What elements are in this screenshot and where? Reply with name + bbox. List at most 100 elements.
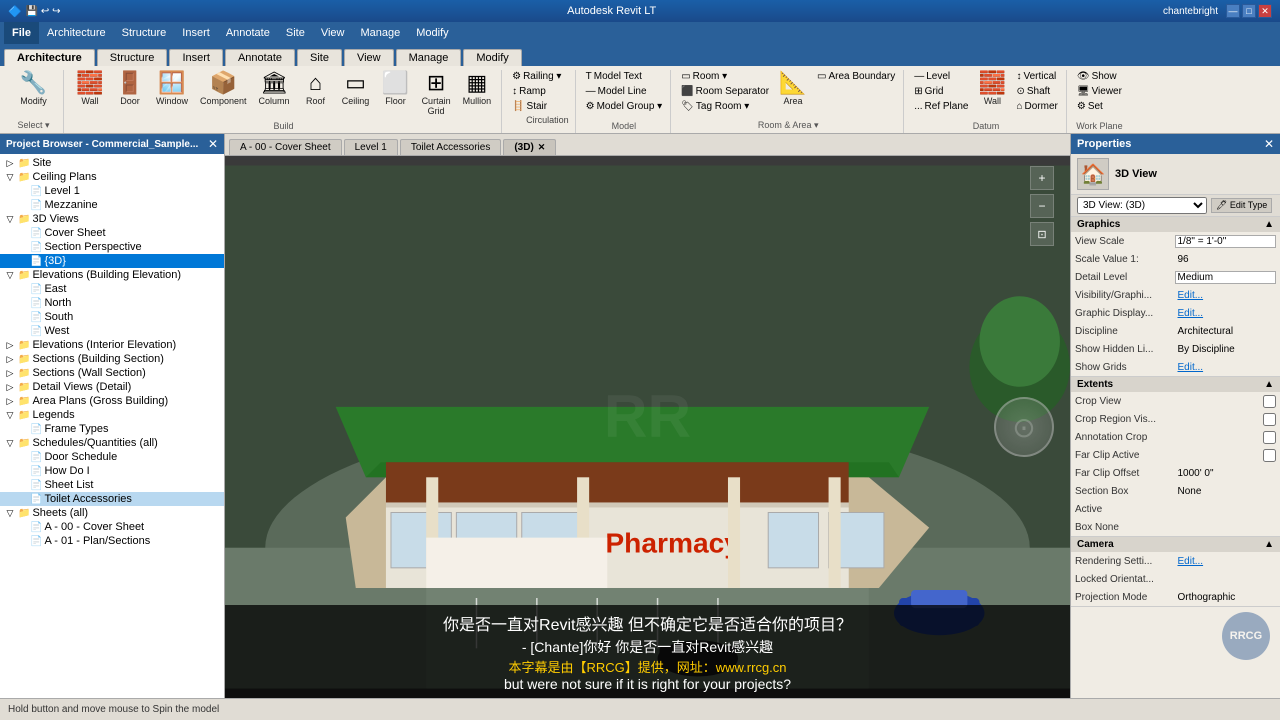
ribbon-btn-railing[interactable]: ⚙ Railing ▾	[510, 70, 569, 83]
ribbon-tab-site[interactable]: Site	[297, 49, 342, 66]
fit-view-btn[interactable]: ⊡	[1030, 222, 1054, 246]
tree-item-a01[interactable]: 📄 A - 01 - Plan/Sections	[0, 534, 224, 548]
properties-close[interactable]: ✕	[1264, 137, 1274, 151]
ribbon-btn-dormer[interactable]: ⌂ Dormer	[1014, 100, 1059, 113]
detail-level-value[interactable]: Medium	[1175, 271, 1277, 284]
ribbon-btn-area-boundary[interactable]: ▭ Area Boundary	[815, 70, 897, 83]
tab-cover-sheet[interactable]: A - 00 - Cover Sheet	[229, 139, 342, 155]
tree-item-sections-bld[interactable]: ▷ 📁 Sections (Building Section)	[0, 352, 224, 366]
nav-wheel[interactable]: ⊙	[994, 397, 1054, 457]
ribbon-btn-door[interactable]: 🚪 Door	[112, 70, 148, 108]
maximize-btn[interactable]: □	[1242, 4, 1256, 18]
tree-item-north[interactable]: 📄 North	[0, 296, 224, 310]
tree-item-door-schedule[interactable]: 📄 Door Schedule	[0, 450, 224, 464]
ribbon-btn-floor[interactable]: ⬜ Floor	[378, 70, 414, 108]
ribbon-btn-curtain-grid[interactable]: ⊞ CurtainGrid	[418, 70, 455, 118]
ribbon-btn-room-separator[interactable]: ⬛ Room Separator	[679, 85, 771, 98]
visibility-edit[interactable]: Edit...	[1175, 289, 1277, 302]
ribbon-btn-ceiling[interactable]: ▭ Ceiling	[338, 70, 374, 108]
annotation-crop-checkbox[interactable]	[1263, 431, 1276, 444]
tree-item-legends[interactable]: ▽ 📁 Legends	[0, 408, 224, 422]
menu-modify[interactable]: Modify	[408, 22, 456, 44]
ribbon-tab-insert[interactable]: Insert	[169, 49, 223, 66]
tree-item-coversheet[interactable]: 📄 Cover Sheet	[0, 226, 224, 240]
extents-section-header[interactable]: Extents ▲	[1071, 377, 1280, 392]
ribbon-tab-annotate[interactable]: Annotate	[225, 49, 295, 66]
tree-item-sheets[interactable]: ▽ 📁 Sheets (all)	[0, 506, 224, 520]
tree-item-ceiling-plans[interactable]: ▽ 📁 Ceiling Plans	[0, 170, 224, 184]
ribbon-btn-roof[interactable]: ⌂ Roof	[298, 70, 334, 108]
menu-view[interactable]: View	[313, 22, 353, 44]
zoom-in-btn[interactable]: +	[1030, 166, 1054, 190]
ribbon-btn-wall-datum[interactable]: 🧱 Wall	[974, 70, 1010, 108]
tree-item-area-plans[interactable]: ▷ 📁 Area Plans (Gross Building)	[0, 394, 224, 408]
project-browser-close[interactable]: ✕	[208, 137, 218, 151]
crop-view-checkbox[interactable]	[1263, 395, 1276, 408]
menu-insert[interactable]: Insert	[174, 22, 218, 44]
tree-item-sections-wall[interactable]: ▷ 📁 Sections (Wall Section)	[0, 366, 224, 380]
tree-item-section-persp[interactable]: 📄 Section Perspective	[0, 240, 224, 254]
tree-item-site[interactable]: ▷ 📁 Site	[0, 156, 224, 170]
menu-annotate[interactable]: Annotate	[218, 22, 278, 44]
menu-site[interactable]: Site	[278, 22, 313, 44]
tree-item-west[interactable]: 📄 West	[0, 324, 224, 338]
ribbon-btn-mullion[interactable]: ▦ Mullion	[459, 70, 496, 108]
graphic-display-edit[interactable]: Edit...	[1175, 307, 1277, 320]
ribbon-btn-stair[interactable]: 🪜 Stair	[510, 100, 569, 113]
tree-item-3dviews[interactable]: ▽ 📁 3D Views	[0, 212, 224, 226]
ribbon-btn-vertical[interactable]: ↕ Vertical	[1014, 70, 1059, 83]
tree-item-elevations-bld[interactable]: ▽ 📁 Elevations (Building Elevation)	[0, 268, 224, 282]
menu-structure[interactable]: Structure	[114, 22, 175, 44]
tree-item-toilet-accessories[interactable]: 📄 Toilet Accessories	[0, 492, 224, 506]
ribbon-btn-room[interactable]: ▭ Room ▾	[679, 70, 771, 83]
close-btn[interactable]: ✕	[1258, 4, 1272, 18]
tab-3d[interactable]: (3D) ✕	[503, 139, 556, 155]
ribbon-btn-modify[interactable]: 🔧 Modify	[16, 70, 52, 108]
tree-item-detail-views[interactable]: ▷ 📁 Detail Views (Detail)	[0, 380, 224, 394]
menu-architecture[interactable]: Architecture	[39, 22, 114, 44]
ribbon-tab-view[interactable]: View	[344, 49, 394, 66]
edit-type-btn[interactable]: 🖊 Edit Type	[1211, 198, 1272, 213]
ribbon-btn-set[interactable]: ⚙ Set	[1075, 100, 1124, 113]
ribbon-btn-component[interactable]: 📦 Component	[196, 70, 251, 108]
ribbon-btn-model-group[interactable]: ⚙ Model Group ▾	[584, 100, 665, 113]
ribbon-tab-structure[interactable]: Structure	[97, 49, 168, 66]
tree-item-3d[interactable]: 📄 {3D}	[0, 254, 224, 268]
tree-item-frame-types[interactable]: 📄 Frame Types	[0, 422, 224, 436]
ribbon-btn-ramp[interactable]: ↕ Ramp	[510, 85, 569, 98]
ribbon-btn-model-line[interactable]: — Model Line	[584, 85, 665, 98]
ribbon-tab-manage[interactable]: Manage	[396, 49, 462, 66]
tree-item-how-do-i[interactable]: 📄 How Do I	[0, 464, 224, 478]
tree-item-sheet-list[interactable]: 📄 Sheet List	[0, 478, 224, 492]
ribbon-btn-ref-plane[interactable]: ... Ref Plane	[912, 100, 970, 113]
show-grids-edit[interactable]: Edit...	[1175, 361, 1277, 374]
ribbon-btn-model-text[interactable]: T Model Text	[584, 70, 665, 83]
menu-file[interactable]: File	[4, 22, 39, 44]
ribbon-tab-architecture[interactable]: Architecture	[4, 49, 95, 66]
ribbon-btn-shaft[interactable]: ⊙ Shaft	[1014, 85, 1059, 98]
camera-section-header[interactable]: Camera ▲	[1071, 537, 1280, 552]
minimize-btn[interactable]: —	[1226, 4, 1240, 18]
canvas-area[interactable]: Pharmacy	[225, 156, 1070, 698]
ribbon-btn-level[interactable]: — Level	[912, 70, 970, 83]
ribbon-btn-window[interactable]: 🪟 Window	[152, 70, 192, 108]
tab-3d-close[interactable]: ✕	[538, 142, 546, 153]
rendering-settings-edit[interactable]: Edit...	[1175, 555, 1277, 568]
ribbon-btn-column[interactable]: 🏛 Column	[255, 70, 294, 108]
menu-manage[interactable]: Manage	[352, 22, 408, 44]
view-scale-value[interactable]: 1/8" = 1'-0"	[1175, 235, 1277, 248]
ribbon-btn-viewer[interactable]: 🖥 Viewer	[1075, 85, 1124, 98]
ribbon-btn-area[interactable]: 📐 Area	[775, 70, 811, 108]
window-controls[interactable]: — □ ✕	[1226, 4, 1272, 18]
far-clip-active-checkbox[interactable]	[1263, 449, 1276, 462]
view-type-dropdown[interactable]: 3D View: (3D)	[1077, 197, 1207, 214]
tree-item-east[interactable]: 📄 East	[0, 282, 224, 296]
tree-item-a00[interactable]: 📄 A - 00 - Cover Sheet	[0, 520, 224, 534]
ribbon-btn-tag-room[interactable]: 🏷 Tag Room ▾	[679, 100, 771, 113]
crop-region-vis-checkbox[interactable]	[1263, 413, 1276, 426]
tree-item-elevations-int[interactable]: ▷ 📁 Elevations (Interior Elevation)	[0, 338, 224, 352]
tree-item-schedules[interactable]: ▽ 📁 Schedules/Quantities (all)	[0, 436, 224, 450]
graphics-section-header[interactable]: Graphics ▲	[1071, 217, 1280, 232]
tab-toilet[interactable]: Toilet Accessories	[400, 139, 501, 155]
zoom-out-btn[interactable]: −	[1030, 194, 1054, 218]
